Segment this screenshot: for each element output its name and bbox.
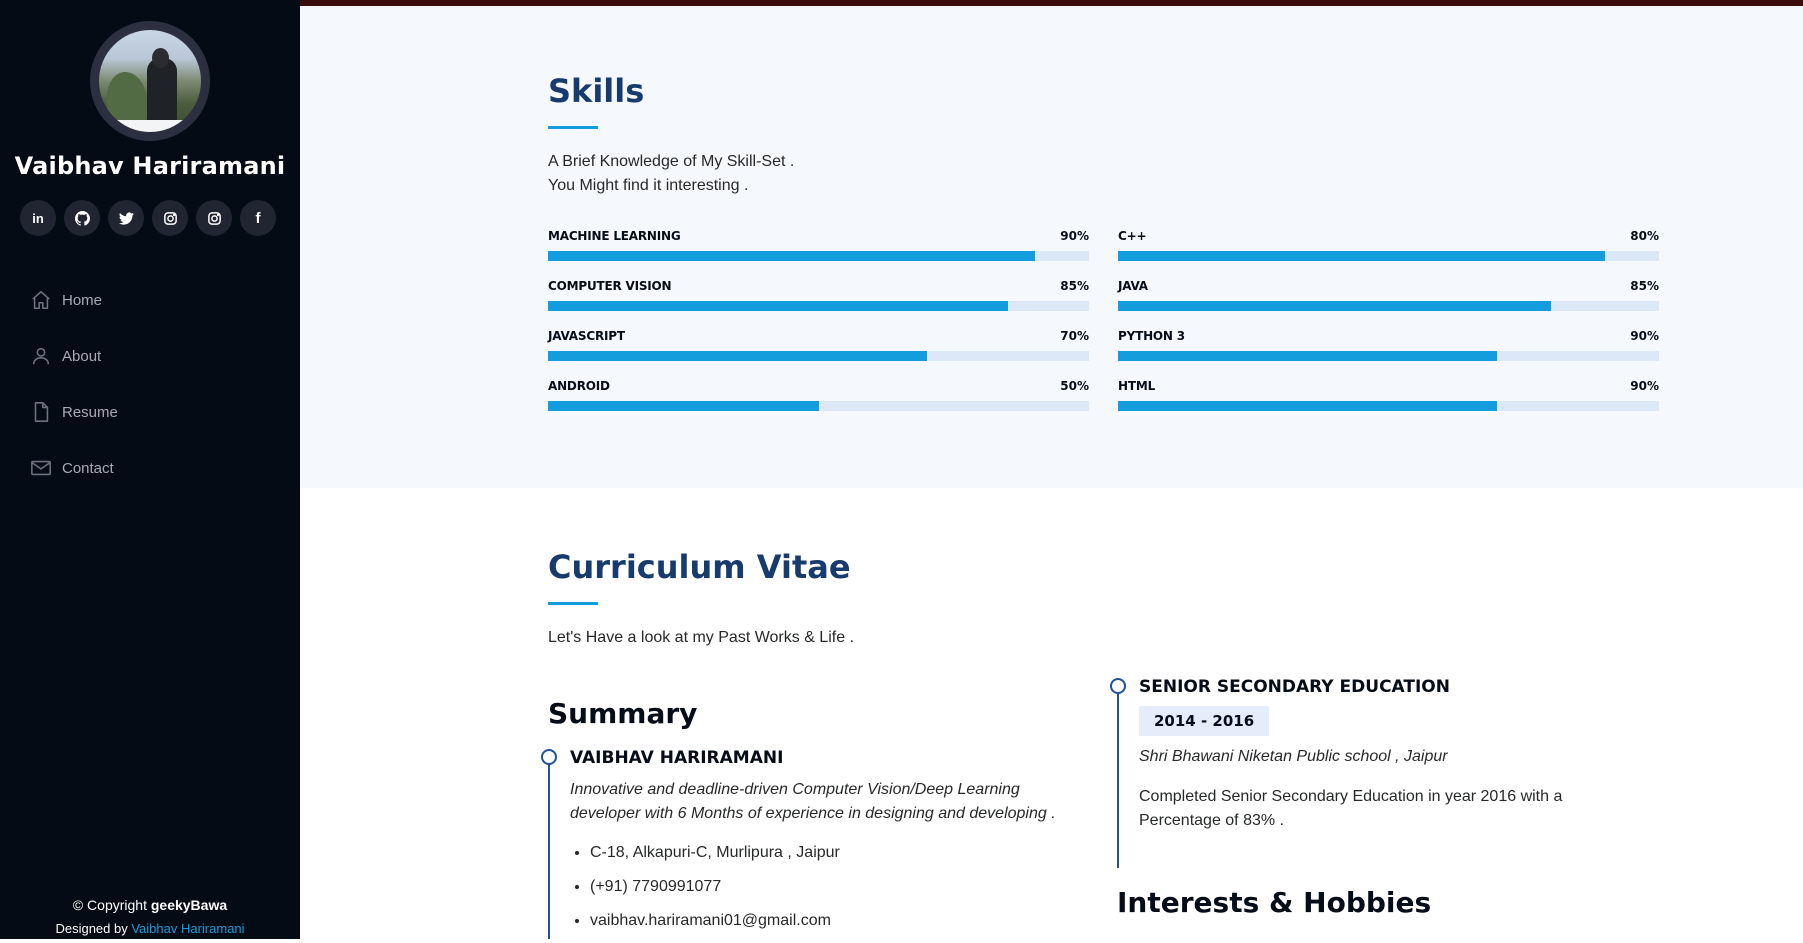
nav-label-resume: Resume bbox=[62, 403, 118, 421]
skill-label: JAVA bbox=[1118, 279, 1148, 293]
github-icon[interactable] bbox=[64, 200, 100, 236]
skill-percent: 70% bbox=[1060, 329, 1089, 343]
skill-bar: JAVA 85% bbox=[1118, 279, 1659, 319]
nav-item-resume[interactable]: Resume bbox=[30, 384, 270, 440]
skill-bar: C++ 80% bbox=[1118, 229, 1659, 269]
skill-fill bbox=[1118, 301, 1551, 311]
skill-percent: 90% bbox=[1630, 379, 1659, 393]
twitter-icon[interactable] bbox=[108, 200, 144, 236]
facebook-icon[interactable]: f bbox=[240, 200, 276, 236]
skill-fill bbox=[548, 401, 819, 411]
skill-fill bbox=[1118, 401, 1497, 411]
education-school: Shri Bhawani Niketan Public school , Jai… bbox=[1139, 748, 1448, 765]
summary-heading: Summary bbox=[548, 697, 698, 730]
skill-label: JAVASCRIPT bbox=[548, 329, 625, 343]
contact-address: C-18, Alkapuri-C, Murlipura , Jaipur bbox=[590, 841, 840, 875]
skills-title: Skills bbox=[548, 72, 645, 110]
skill-bar: MACHINE LEARNING 90% bbox=[548, 229, 1089, 269]
skill-percent: 85% bbox=[1060, 279, 1089, 293]
profile-name[interactable]: Vaibhav Hariramani bbox=[0, 152, 300, 180]
skill-label: ANDROID bbox=[548, 379, 610, 393]
interests-heading: Interests & Hobbies bbox=[1117, 886, 1432, 919]
summary-name: VAIBHAV HARIRAMANI bbox=[570, 748, 784, 768]
skill-track bbox=[548, 301, 1089, 311]
nav-label-home: Home bbox=[62, 291, 103, 309]
skill-percent: 50% bbox=[1060, 379, 1089, 393]
education-timeline bbox=[1117, 686, 1119, 868]
skill-track bbox=[548, 351, 1089, 361]
skill-track bbox=[548, 251, 1089, 261]
avatar-frame bbox=[90, 21, 210, 141]
resume-intro: Let's Have a look at my Past Works & Lif… bbox=[548, 629, 854, 646]
skill-track bbox=[1118, 301, 1659, 311]
skill-label: COMPUTER VISION bbox=[548, 279, 672, 293]
summary-timeline bbox=[548, 758, 550, 939]
designed-by: Designed by Vaibhav Hariramani bbox=[55, 921, 245, 936]
designer-link[interactable]: Vaibhav Hariramani bbox=[131, 921, 244, 936]
linkedin-icon[interactable]: in bbox=[20, 200, 56, 236]
skill-percent: 80% bbox=[1630, 229, 1659, 243]
summary-description: Innovative and deadline-driven Computer … bbox=[570, 781, 1056, 822]
skill-label: C++ bbox=[1118, 229, 1147, 243]
sidebar-footer: © Copyright geekyBawa Designed by Vaibha… bbox=[0, 893, 300, 941]
nav-item-about[interactable]: About bbox=[30, 328, 270, 384]
skill-bar: COMPUTER VISION 85% bbox=[548, 279, 1089, 319]
summary-contacts: C-18, Alkapuri-C, Murlipura , Jaipur (+9… bbox=[570, 841, 840, 943]
social-links: in f bbox=[20, 200, 280, 236]
nav-menu: Home About Resume Contact bbox=[30, 272, 270, 496]
skill-bar: ANDROID 50% bbox=[548, 379, 1089, 419]
copyright: © Copyright geekyBawa bbox=[72, 897, 228, 913]
contact-phone: (+91) 7790991077 bbox=[590, 875, 840, 909]
resume-title: Curriculum Vitae bbox=[548, 548, 851, 586]
nav-item-contact[interactable]: Contact bbox=[30, 440, 270, 496]
skill-label: MACHINE LEARNING bbox=[548, 229, 681, 243]
skill-label: PYTHON 3 bbox=[1118, 329, 1185, 343]
skill-track bbox=[548, 401, 1089, 411]
skill-fill bbox=[1118, 251, 1605, 261]
skills-title-underline bbox=[548, 126, 598, 129]
education-description: Completed Senior Secondary Education in … bbox=[1139, 788, 1563, 829]
instagram-icon[interactable] bbox=[152, 200, 188, 236]
skill-track bbox=[1118, 251, 1659, 261]
avatar bbox=[99, 30, 201, 132]
summary-dot bbox=[541, 749, 557, 765]
sidebar: Vaibhav Hariramani in f Home About Resum… bbox=[0, 0, 300, 939]
skill-fill bbox=[1118, 351, 1497, 361]
skill-percent: 90% bbox=[1630, 329, 1659, 343]
education-heading: SENIOR SECONDARY EDUCATION bbox=[1139, 677, 1450, 697]
skill-fill bbox=[548, 251, 1035, 261]
skill-track bbox=[1118, 351, 1659, 361]
home-icon bbox=[32, 290, 50, 310]
nav-label-about: About bbox=[62, 347, 102, 365]
contact-email: vaibhav.hariramani01@gmail.com bbox=[590, 909, 840, 943]
skill-percent: 90% bbox=[1060, 229, 1089, 243]
nav-item-home[interactable]: Home bbox=[30, 272, 270, 328]
envelope-icon bbox=[31, 460, 51, 476]
education-period: 2014 - 2016 bbox=[1139, 706, 1270, 736]
skill-fill bbox=[548, 301, 1008, 311]
skill-percent: 85% bbox=[1630, 279, 1659, 293]
skill-track bbox=[1118, 401, 1659, 411]
skill-label: HTML bbox=[1118, 379, 1156, 393]
skill-bar: JAVASCRIPT 70% bbox=[548, 329, 1089, 369]
skill-bar: HTML 90% bbox=[1118, 379, 1659, 419]
skill-bar: PYTHON 3 90% bbox=[1118, 329, 1659, 369]
skills-intro: A Brief Knowledge of My Skill-Set . You … bbox=[548, 153, 795, 194]
file-icon bbox=[34, 402, 49, 422]
nav-label-contact: Contact bbox=[62, 459, 114, 477]
education-dot bbox=[1110, 678, 1126, 694]
skill-fill bbox=[548, 351, 927, 361]
resume-title-underline bbox=[548, 602, 598, 605]
instagram-icon[interactable] bbox=[196, 200, 232, 236]
person-icon bbox=[32, 347, 50, 365]
